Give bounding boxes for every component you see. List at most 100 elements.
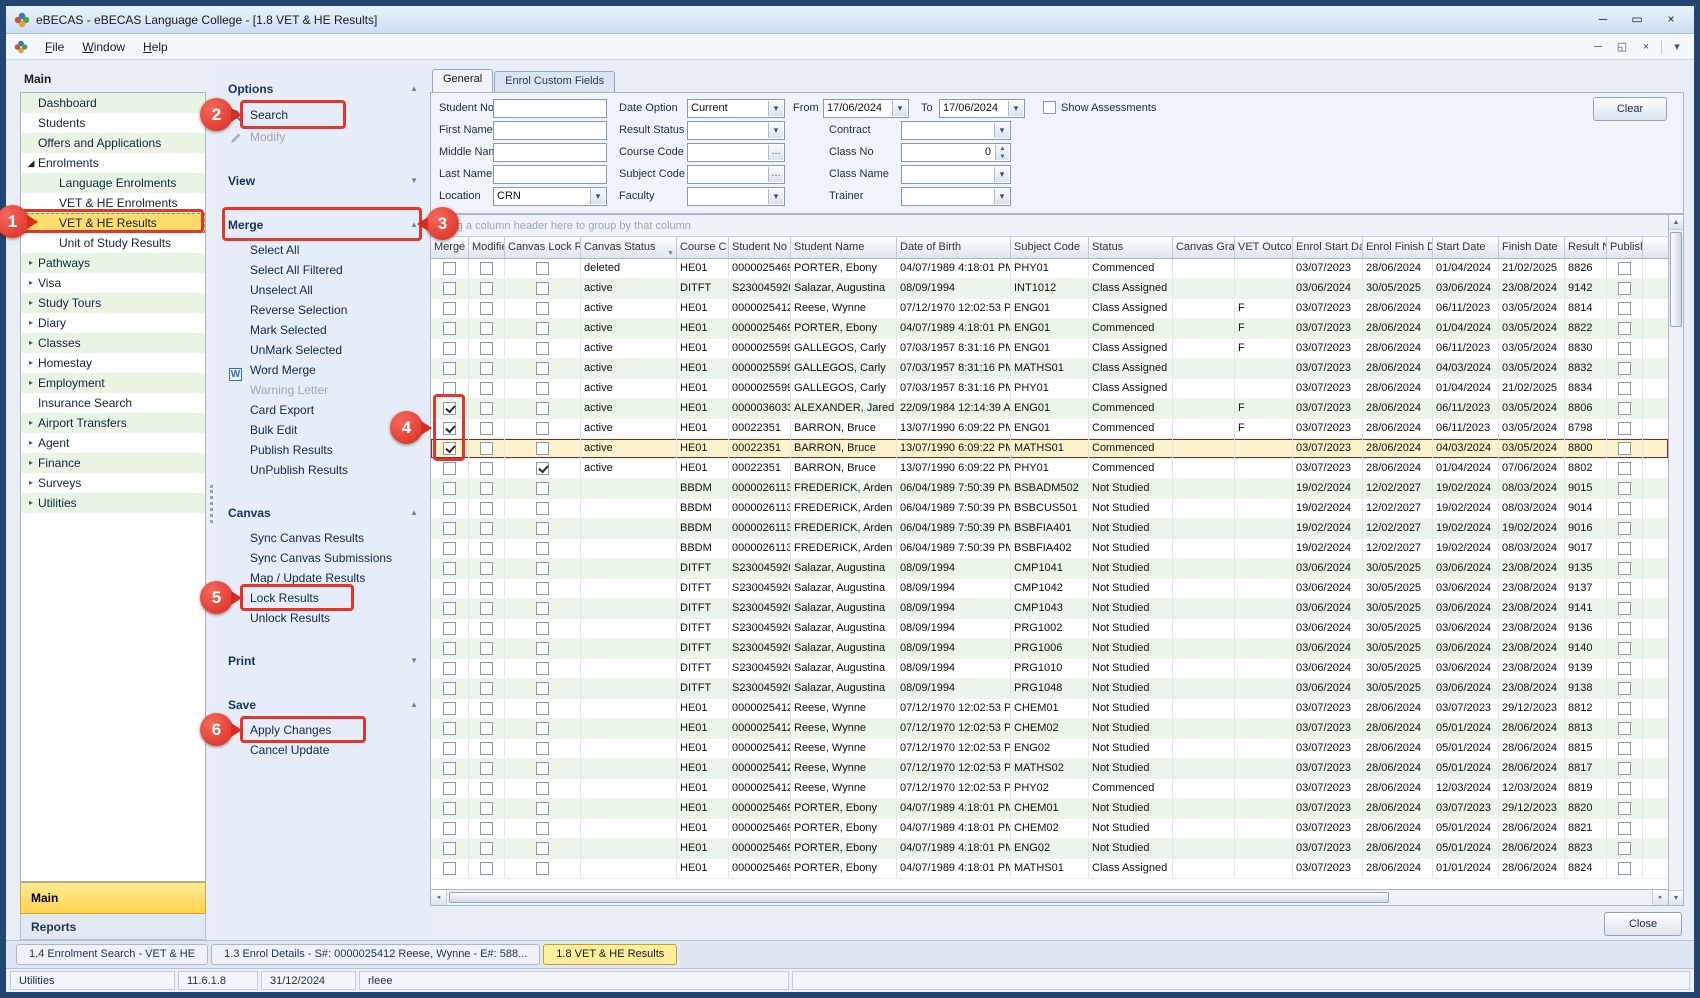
cell-canvas_lock[interactable] <box>505 479 581 498</box>
merge-checkbox[interactable] <box>443 562 456 575</box>
cell-merge[interactable] <box>431 859 469 878</box>
cell-canvas_lock[interactable] <box>505 599 581 618</box>
sidebar-item-surveys[interactable]: ▸Surveys <box>21 473 205 493</box>
cell-merge[interactable] <box>431 299 469 318</box>
tree-expand-icon[interactable]: ▸ <box>24 453 38 473</box>
action-bulk-edit[interactable]: Bulk Edit <box>216 420 430 440</box>
cell-merge[interactable] <box>431 499 469 518</box>
tree-expand-icon[interactable]: ▸ <box>24 473 38 493</box>
cell-merge[interactable] <box>431 459 469 478</box>
canvas_lock-checkbox[interactable] <box>536 782 549 795</box>
merge-checkbox[interactable] <box>443 722 456 735</box>
action-unselect-all[interactable]: Unselect All <box>216 280 430 300</box>
cell-publish[interactable] <box>1607 319 1643 338</box>
publish-checkbox[interactable] <box>1618 702 1631 715</box>
cell-merge[interactable] <box>431 359 469 378</box>
merge-checkbox[interactable] <box>443 402 456 415</box>
publish-checkbox[interactable] <box>1618 582 1631 595</box>
column-header-finish[interactable]: Finish Date <box>1499 237 1565 258</box>
location-select[interactable]: CRN <box>493 187 607 206</box>
cell-modified[interactable] <box>469 799 505 818</box>
cell-modified[interactable] <box>469 859 505 878</box>
cell-modified[interactable] <box>469 739 505 758</box>
modified-checkbox[interactable] <box>480 362 493 375</box>
column-header-vet_outcome[interactable]: VET Outcom <box>1235 237 1293 258</box>
action-mark-selected[interactable]: Mark Selected <box>216 320 430 340</box>
canvas_lock-checkbox[interactable] <box>536 602 549 615</box>
action-cancel-update[interactable]: Cancel Update <box>216 740 430 760</box>
grid-row[interactable]: HE010000025412Reese, Wynne07/12/1970 12:… <box>431 779 1668 799</box>
scroll-right-icon[interactable]: ▸ <box>1652 890 1668 905</box>
tree-expand-icon[interactable]: ▸ <box>24 313 38 333</box>
menu-help[interactable]: Help <box>134 37 177 57</box>
publish-checkbox[interactable] <box>1618 782 1631 795</box>
cell-modified[interactable] <box>469 819 505 838</box>
publish-checkbox[interactable] <box>1618 742 1631 755</box>
trainer-select[interactable] <box>901 187 1011 206</box>
column-header-subject[interactable]: Subject Code <box>1011 237 1089 258</box>
cell-modified[interactable] <box>469 679 505 698</box>
merge-checkbox[interactable] <box>443 802 456 815</box>
cell-canvas_lock[interactable] <box>505 359 581 378</box>
grid-row[interactable]: BBDM0000026113FREDERICK, Arden06/04/1989… <box>431 499 1668 519</box>
merge-checkbox[interactable] <box>443 842 456 855</box>
column-header-dob[interactable]: Date of Birth <box>897 237 1011 258</box>
group-header-options[interactable]: Options▲ <box>216 78 430 100</box>
grid-row[interactable]: activeHE0100022351BARRON, Bruce13/07/199… <box>431 459 1668 479</box>
modified-checkbox[interactable] <box>480 642 493 655</box>
from-date-select[interactable]: 17/06/2024 <box>823 99 909 118</box>
modified-checkbox[interactable] <box>480 302 493 315</box>
publish-checkbox[interactable] <box>1618 342 1631 355</box>
sidebar-item-offers-and-applications[interactable]: Offers and Applications <box>21 133 205 153</box>
cell-merge[interactable] <box>431 719 469 738</box>
vertical-scrollbar-thumb[interactable] <box>1670 232 1682 327</box>
menu-overflow-icon[interactable]: ▾ <box>1668 40 1686 53</box>
cell-canvas_lock[interactable] <box>505 299 581 318</box>
action-select-all-filtered[interactable]: Select All Filtered <box>216 260 430 280</box>
cell-merge[interactable] <box>431 659 469 678</box>
cell-publish[interactable] <box>1607 359 1643 378</box>
cell-publish[interactable] <box>1607 719 1643 738</box>
cell-canvas_lock[interactable] <box>505 739 581 758</box>
tree-collapse-icon[interactable]: ◢ <box>24 153 38 173</box>
merge-checkbox[interactable] <box>443 742 456 755</box>
grid-row[interactable]: activeHE010000036033ALEXANDER, Jared22/0… <box>431 399 1668 419</box>
cell-modified[interactable] <box>469 359 505 378</box>
modified-checkbox[interactable] <box>480 482 493 495</box>
cell-modified[interactable] <box>469 299 505 318</box>
tab-enrol-custom-fields[interactable]: Enrol Custom Fields <box>494 71 615 92</box>
doc-tab-1-4-enrolment-search[interactable]: 1.4 Enrolment Search - VET & HE <box>16 944 208 965</box>
grid-row[interactable]: HE010000025412Reese, Wynne07/12/1970 12:… <box>431 699 1668 719</box>
cell-canvas_lock[interactable] <box>505 759 581 778</box>
group-header-save[interactable]: Save▲ <box>216 694 430 716</box>
cell-merge[interactable] <box>431 579 469 598</box>
modified-checkbox[interactable] <box>480 782 493 795</box>
canvas_lock-checkbox[interactable] <box>536 402 549 415</box>
modified-checkbox[interactable] <box>480 442 493 455</box>
column-header-merge[interactable]: Merge <box>431 237 469 258</box>
canvas_lock-checkbox[interactable] <box>536 742 549 755</box>
menu-file[interactable]: File <box>36 37 73 57</box>
cell-publish[interactable] <box>1607 419 1643 438</box>
grid-row[interactable]: activeHE0100022351BARRON, Bruce13/07/199… <box>431 439 1668 459</box>
merge-checkbox[interactable] <box>443 642 456 655</box>
cell-merge[interactable] <box>431 759 469 778</box>
modified-checkbox[interactable] <box>480 542 493 555</box>
cell-publish[interactable] <box>1607 619 1643 638</box>
subject-code-input[interactable] <box>687 165 785 184</box>
merge-checkbox[interactable] <box>443 662 456 675</box>
column-header-start[interactable]: Start Date <box>1433 237 1499 258</box>
cell-publish[interactable] <box>1607 539 1643 558</box>
merge-checkbox[interactable] <box>443 302 456 315</box>
publish-checkbox[interactable] <box>1618 542 1631 555</box>
publish-checkbox[interactable] <box>1618 322 1631 335</box>
publish-checkbox[interactable] <box>1618 462 1631 475</box>
modified-checkbox[interactable] <box>480 602 493 615</box>
column-header-status[interactable]: Status <box>1089 237 1173 258</box>
sidebar-item-insurance-search[interactable]: Insurance Search <box>21 393 205 413</box>
grid-row[interactable]: DITFTS230045920Salazar, Augustina08/09/1… <box>431 659 1668 679</box>
canvas_lock-checkbox[interactable] <box>536 622 549 635</box>
cell-modified[interactable] <box>469 519 505 538</box>
grid-row[interactable]: activeDITFTS230045920Salazar, Augustina0… <box>431 279 1668 299</box>
merge-checkbox[interactable] <box>443 382 456 395</box>
